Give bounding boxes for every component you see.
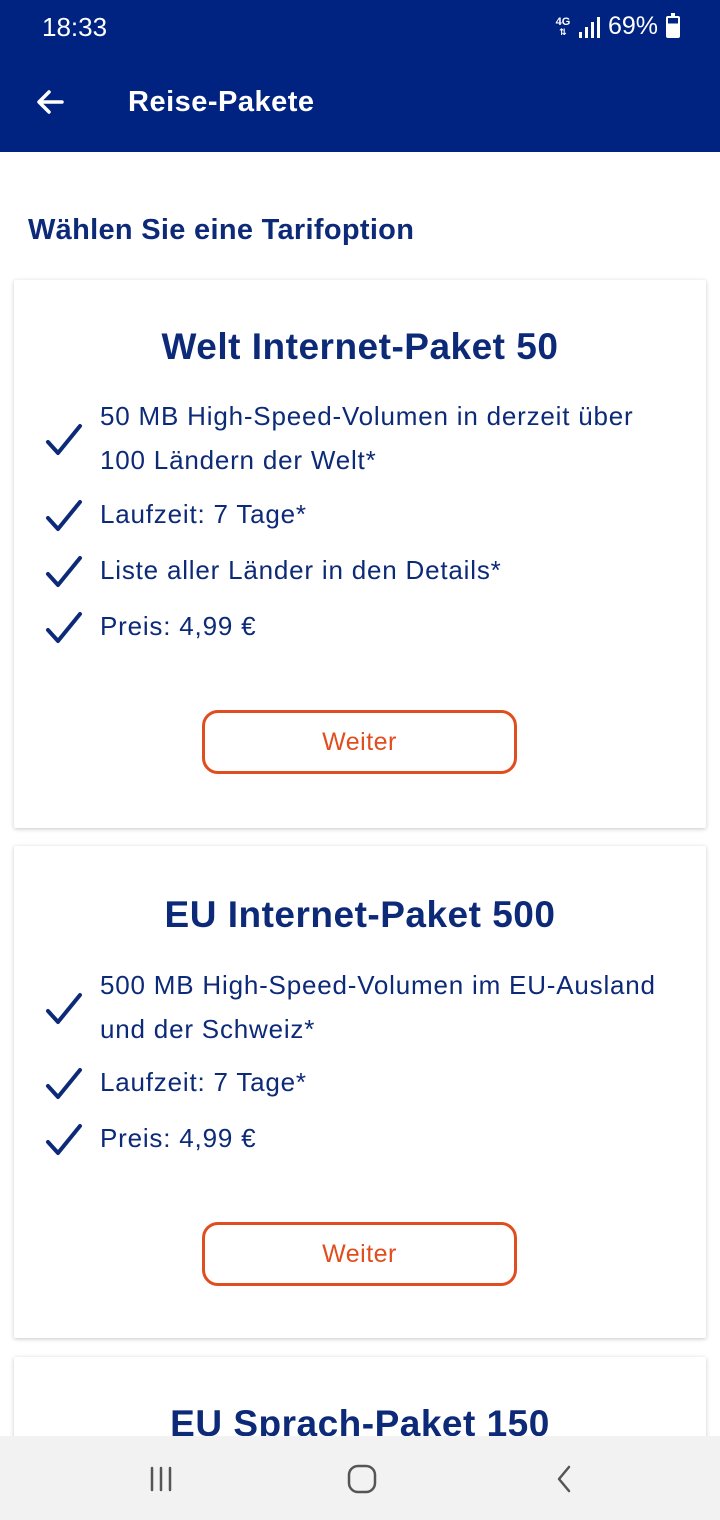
checkmark-icon	[46, 1124, 82, 1155]
checkmark-icon	[46, 1068, 82, 1099]
package-card: EU Internet-Paket 500 500 MB High-Speed-…	[14, 846, 706, 1338]
network-type-label: 4G	[555, 15, 571, 28]
nav-back-button[interactable]	[540, 1454, 590, 1504]
data-arrows-icon: ⇅	[559, 26, 567, 37]
feature-text: Laufzeit: 7 Tage*	[100, 1067, 307, 1097]
feature-text: Preis: 4,99 €	[100, 1123, 257, 1153]
feature-text: Preis: 4,99 €	[100, 611, 257, 641]
top-bar: 18:33 4G ⇅ 69% Reise-Pakete	[0, 0, 720, 152]
recents-button[interactable]	[136, 1454, 186, 1504]
back-chevron-icon	[557, 1465, 571, 1493]
home-icon	[347, 1464, 377, 1494]
arrow-left-icon	[37, 90, 64, 114]
checkmark-icon	[46, 993, 82, 1024]
status-bar: 18:33 4G ⇅ 69%	[0, 0, 720, 56]
section-heading: Wählen Sie eine Tarifoption	[28, 214, 415, 246]
feature-text: Liste aller Länder in den Details*	[100, 555, 502, 585]
package-title: EU Sprach-Paket 150	[170, 1403, 550, 1436]
checkmark-icon	[46, 500, 82, 531]
home-button[interactable]	[337, 1454, 387, 1504]
checkmark-icon	[46, 612, 82, 643]
feature-text: 500 MB High-Speed-Volumen im EU-Ausland …	[100, 970, 656, 1044]
system-nav-bar	[0, 1436, 720, 1520]
back-button[interactable]	[26, 78, 74, 126]
signal-icon	[578, 16, 600, 38]
battery-percentage: 69%	[607, 12, 658, 40]
recents-icon	[150, 1466, 172, 1492]
feature-text: 50 MB High-Speed-Volumen in derzeit über…	[100, 401, 634, 475]
page-title: Reise-Pakete	[128, 86, 315, 118]
status-time: 18:33	[42, 12, 108, 42]
battery-icon	[666, 12, 680, 38]
checkmark-icon	[46, 556, 82, 587]
weiter-button[interactable]: Weiter	[202, 710, 517, 774]
status-indicators: 4G ⇅ 69%	[555, 12, 680, 41]
app-bar: Reise-Pakete	[0, 56, 720, 152]
package-card: Welt Internet-Paket 50 50 MB High-Speed-…	[14, 280, 706, 828]
package-title: Welt Internet-Paket 50	[161, 326, 559, 367]
weiter-button[interactable]: Weiter	[202, 1222, 517, 1286]
feature-text: Laufzeit: 7 Tage*	[100, 499, 307, 529]
package-card: EU Sprach-Paket 150	[14, 1357, 706, 1436]
main-content[interactable]: Wählen Sie eine Tarifoption Welt Interne…	[0, 152, 720, 1436]
network-type: 4G ⇅	[555, 15, 571, 37]
checkmark-icon	[46, 424, 82, 455]
package-title: EU Internet-Paket 500	[164, 894, 556, 935]
